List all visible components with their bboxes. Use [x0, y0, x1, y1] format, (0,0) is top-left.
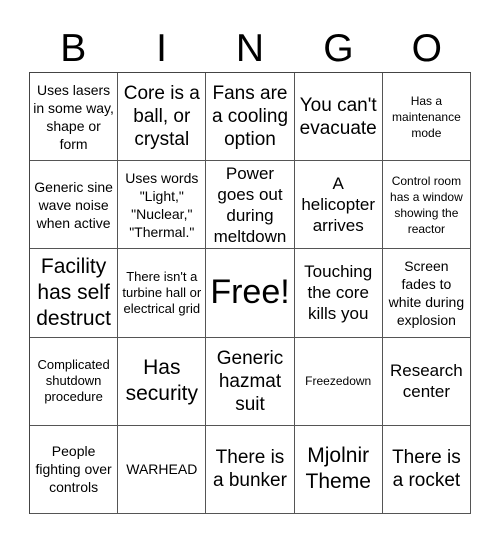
free-space-cell[interactable]: Free! — [206, 249, 295, 338]
bingo-cell[interactable]: Has a maintenance mode — [382, 73, 471, 162]
cell-text: Has security — [125, 356, 198, 406]
cell-text: Has a maintenance mode — [392, 93, 461, 140]
cell-text: Complicated shutdown procedure — [37, 357, 110, 405]
cell-text: WARHEAD — [126, 461, 198, 478]
cell-text: Mjolnir Theme — [305, 444, 371, 494]
bingo-cell[interactable]: WARHEAD — [118, 425, 207, 514]
bingo-cell[interactable]: Generic hazmat suit — [206, 337, 295, 426]
bingo-cell[interactable]: Facility has self destruct — [30, 249, 119, 338]
bingo-grid: Uses lasers in some way, shape or form Co… — [29, 72, 471, 514]
bingo-cell[interactable]: Screen fades to white during explosion — [382, 249, 471, 338]
cell-text: Free! — [210, 273, 290, 312]
cell-text: Screen fades to white during explosion — [388, 257, 465, 328]
cell-text: Uses words "Light," "Nuclear," "Thermal.… — [125, 169, 199, 240]
cell-text: Touching the core kills you — [304, 262, 373, 324]
bingo-cell[interactable]: Has security — [118, 337, 207, 426]
cell-text: Control room has a window showing the re… — [390, 173, 463, 236]
bingo-cell[interactable]: Control room has a window showing the re… — [382, 161, 471, 250]
bingo-cell[interactable]: Power goes out during meltdown — [206, 161, 295, 250]
bingo-cell[interactable]: Uses lasers in some way, shape or form — [30, 73, 119, 162]
cell-text: Core is a ball, or crystal — [123, 83, 200, 151]
bingo-cell[interactable]: Freezedown — [294, 337, 383, 426]
header-letter-i: I — [156, 27, 168, 70]
cell-text: Fans are a cooling option — [211, 83, 289, 151]
cell-text: There is a bunker — [213, 447, 287, 492]
cell-text: Research center — [390, 361, 463, 402]
header-letter-b: B — [60, 27, 87, 70]
cell-text: There isn't a turbine hall or electrical… — [122, 268, 202, 316]
bingo-cell[interactable]: Complicated shutdown procedure — [30, 337, 119, 426]
cell-text: Freezedown — [305, 374, 372, 389]
cell-text: Generic sine wave noise when active — [34, 178, 113, 231]
bingo-cell[interactable]: A helicopter arrives — [294, 161, 383, 250]
bingo-cell[interactable]: You can't evacuate — [294, 73, 383, 162]
bingo-cell[interactable]: Mjolnir Theme — [294, 425, 383, 514]
cell-text: There is a rocket — [392, 447, 461, 492]
bingo-header: B I N G O — [29, 27, 471, 71]
bingo-cell[interactable]: There isn't a turbine hall or electrical… — [118, 249, 207, 338]
header-letter-g: G — [323, 27, 354, 70]
bingo-cell[interactable]: Generic sine wave noise when active — [30, 161, 119, 250]
bingo-cell[interactable]: Research center — [382, 337, 471, 426]
bingo-cell[interactable]: There is a rocket — [382, 425, 471, 514]
header-letter-n: N — [235, 27, 265, 70]
cell-text: Uses lasers in some way, shape or form — [33, 81, 114, 152]
cell-text: People fighting over controls — [35, 443, 112, 496]
header-letter-o: O — [411, 27, 442, 70]
bingo-cell[interactable]: Core is a ball, or crystal — [118, 73, 207, 162]
bingo-cell[interactable]: Fans are a cooling option — [206, 73, 295, 162]
bingo-cell[interactable]: Touching the core kills you — [294, 249, 383, 338]
bingo-cell[interactable]: Uses words "Light," "Nuclear," "Thermal.… — [118, 161, 207, 250]
bingo-cell[interactable]: People fighting over controls — [30, 425, 119, 514]
cell-text: A helicopter arrives — [301, 174, 376, 236]
cell-text: Facility has self destruct — [36, 254, 111, 330]
cell-text: You can't evacuate — [299, 94, 377, 139]
cell-text: Power goes out during meltdown — [213, 163, 287, 246]
cell-text: Generic hazmat suit — [216, 347, 284, 415]
bingo-cell[interactable]: There is a bunker — [206, 425, 295, 514]
